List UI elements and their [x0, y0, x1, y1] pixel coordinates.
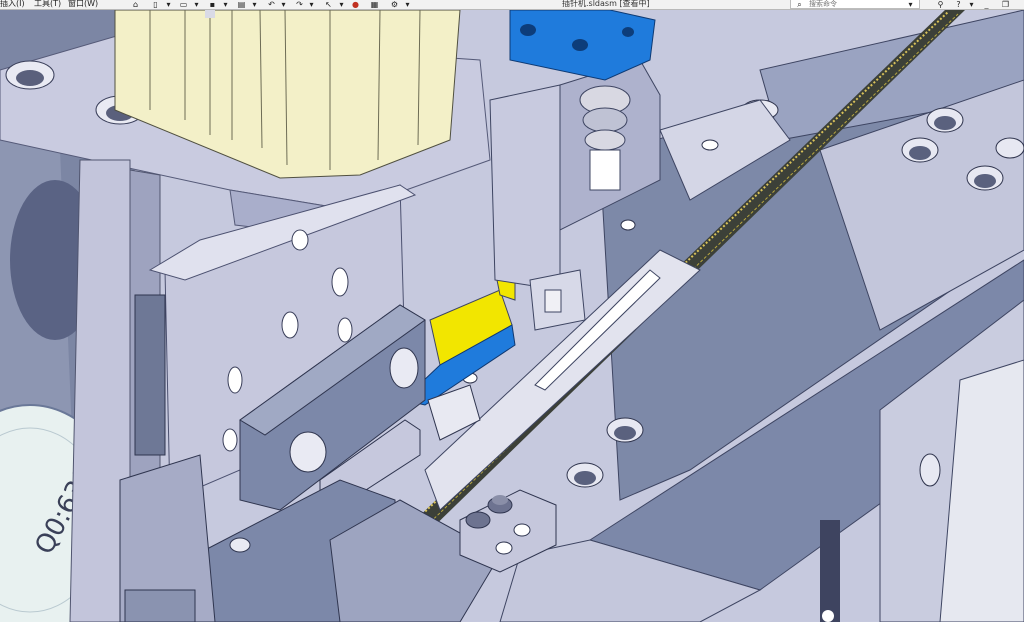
minimize-icon[interactable]: _ [981, 0, 992, 9]
redo-icon[interactable]: ↷ [294, 0, 305, 9]
chevron-down-icon[interactable]: ▾ [402, 0, 413, 9]
menu-insert[interactable]: 插入(I) [0, 0, 25, 9]
search-box[interactable]: ⌕ ▾ [790, 0, 920, 9]
rebuild-icon[interactable]: ● [350, 0, 361, 9]
chevron-down-icon[interactable]: ▾ [163, 0, 174, 9]
undo-icon[interactable]: ↶ [266, 0, 277, 9]
cad-model-scene: Q0:630 [0, 10, 1024, 622]
user-icon[interactable]: ⚲ [935, 0, 946, 9]
graphics-viewport[interactable]: ⤢ ⌕ ↺ ◧ ▣ ◩ ◫ Q0:630 [0, 10, 1024, 622]
restore-window-icon[interactable]: ❐ [1000, 0, 1011, 9]
file-properties-icon[interactable]: ▦ [369, 0, 380, 9]
search-icon: ⌕ [797, 0, 802, 9]
menu-window[interactable]: 窗口(W) [68, 0, 98, 9]
chevron-down-icon[interactable]: ▾ [306, 0, 317, 9]
press-head-block [489, 84, 561, 291]
gear-icon[interactable]: ⚙ [389, 0, 400, 9]
menu-tools[interactable]: 工具(T) [34, 0, 61, 9]
open-folder-icon[interactable]: ▭ [178, 0, 189, 9]
document-title: 插针机.sldasm [查看中] [562, 0, 650, 8]
select-cursor-icon[interactable]: ↖ [323, 0, 334, 9]
chevron-down-icon[interactable]: ▾ [905, 0, 916, 9]
chevron-down-icon[interactable]: ▾ [249, 0, 260, 9]
chevron-down-icon[interactable]: ▾ [220, 0, 231, 9]
top-menu-bar: 插入(I) 工具(T) 窗口(W) ⌂ ▯ ▾ ▭ ▾ ▪ ▾ ▤ ▾ ↶ ▾ … [0, 0, 1024, 10]
search-input[interactable] [809, 0, 901, 8]
chevron-down-icon[interactable]: ▾ [191, 0, 202, 9]
chevron-down-icon[interactable]: ▾ [278, 0, 289, 9]
chevron-down-icon[interactable]: ▾ [966, 0, 977, 9]
save-icon[interactable]: ▪ [207, 0, 218, 9]
help-icon[interactable]: ? [953, 0, 964, 9]
chevron-down-icon[interactable]: ▾ [336, 0, 347, 9]
new-document-icon[interactable]: ▯ [150, 0, 161, 9]
print-icon[interactable]: ▤ [236, 0, 247, 9]
home-icon[interactable]: ⌂ [130, 0, 141, 9]
